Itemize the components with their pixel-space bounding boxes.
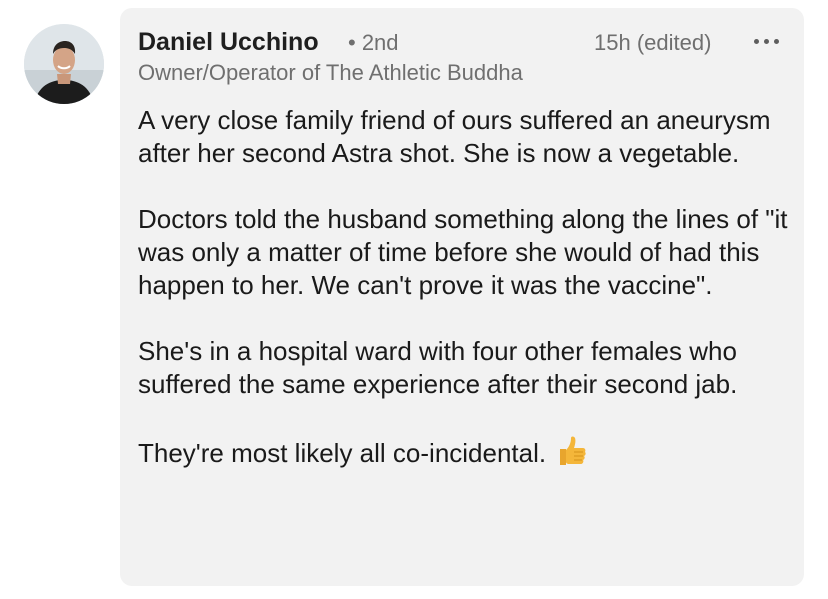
comment-paragraph-text: They're most likely all co-incidental. [138, 438, 547, 468]
person-photo-icon [24, 24, 104, 104]
author-name[interactable]: Daniel Ucchino [138, 28, 319, 57]
comment-paragraph: She's in a hospital ward with four other… [138, 336, 738, 399]
comment-paragraph: Doctors told the husband something along… [138, 204, 788, 300]
more-options-icon[interactable] [748, 26, 784, 54]
comment-body: A very close family friend of ours suffe… [138, 104, 788, 470]
thumbs-up-icon [560, 436, 586, 465]
comment-paragraph-last: They're most likely all co-incidental. [138, 434, 788, 470]
comment-paragraph: A very close family friend of ours suffe… [138, 105, 771, 168]
more-dot [774, 39, 779, 44]
comment-timestamp: 15h (edited) [594, 30, 712, 55]
comment-bubble: Daniel Ucchino • 2nd 15h (edited) Owner/… [120, 8, 804, 586]
connection-degree: • 2nd [348, 30, 399, 55]
author-headline: Owner/Operator of The Athletic Buddha [138, 60, 523, 85]
author-avatar[interactable] [24, 24, 104, 104]
more-dot [764, 39, 769, 44]
more-dot [754, 39, 759, 44]
